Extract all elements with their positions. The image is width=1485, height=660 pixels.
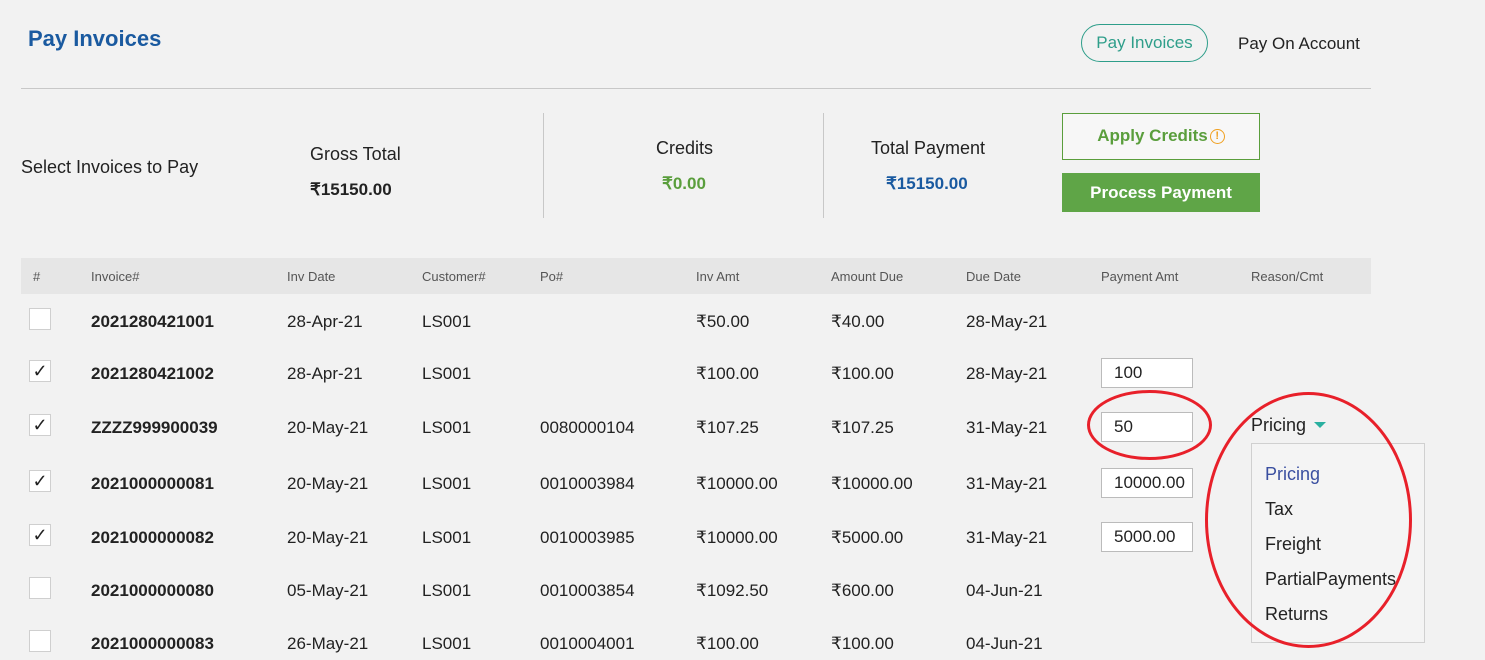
due-date: 31-May-21: [966, 474, 1048, 493]
due-date: 04-Jun-21: [966, 634, 1043, 653]
customer-number: LS001: [422, 418, 472, 437]
credits-label: Credits: [656, 138, 714, 158]
payment-amount-input[interactable]: [1101, 522, 1193, 552]
amount-due: ₹40.00: [831, 312, 885, 331]
po-number: 0010003985: [540, 528, 635, 547]
amount-due: ₹107.25: [831, 418, 894, 437]
customer-number: LS001: [422, 581, 472, 600]
warning-circle-icon: !: [1209, 129, 1225, 144]
due-date: 31-May-21: [966, 418, 1048, 437]
customer-number: LS001: [422, 474, 472, 493]
amount-due: ₹100.00: [831, 634, 894, 653]
invoice-number: 2021280421001: [91, 312, 214, 331]
row-checkbox[interactable]: [29, 630, 51, 652]
apply-credits-button[interactable]: Apply Credits!: [1062, 113, 1260, 160]
inv-amt: ₹10000.00: [696, 474, 778, 493]
gross-total-value: ₹15150.00: [310, 180, 392, 199]
table-row: 2021280421001 28-Apr-21 LS001 ₹50.00 ₹40…: [0, 308, 1485, 338]
invoice-number: 2021000000082: [91, 528, 214, 547]
due-date: 28-May-21: [966, 364, 1048, 383]
highlight-ellipse-reason: [1205, 392, 1412, 648]
column-header-po: Po#: [540, 269, 564, 284]
payment-amount-input[interactable]: [1101, 358, 1193, 388]
inv-amt: ₹10000.00: [696, 528, 778, 547]
customer-number: LS001: [422, 364, 472, 383]
table-header: # Invoice# Inv Date Customer# Po# Inv Am…: [21, 258, 1371, 294]
column-header-invoice: Invoice#: [91, 269, 140, 284]
row-checkbox[interactable]: ✓: [29, 524, 51, 546]
column-header-number: #: [33, 269, 41, 284]
customer-number: LS001: [422, 634, 472, 653]
credits-value: ₹0.00: [662, 174, 706, 193]
total-payment-value: ₹15150.00: [886, 174, 968, 193]
inv-amt: ₹100.00: [696, 364, 759, 383]
po-number: 0010003984: [540, 474, 635, 493]
column-header-inv-amt: Inv Amt: [696, 269, 740, 284]
tab-pay-invoices[interactable]: Pay Invoices: [1081, 24, 1208, 62]
select-invoices-label: Select Invoices to Pay: [21, 157, 199, 177]
inv-date: 20-May-21: [287, 418, 369, 437]
gross-total-label: Gross Total: [310, 144, 401, 164]
inv-amt: ₹100.00: [696, 634, 759, 653]
invoice-number: ZZZZ999900039: [91, 418, 218, 437]
inv-date: 28-Apr-21: [287, 312, 363, 331]
invoice-number: 2021000000080: [91, 581, 214, 600]
row-checkbox[interactable]: [29, 577, 51, 599]
inv-amt: ₹1092.50: [696, 581, 769, 600]
inv-date: 20-May-21: [287, 528, 369, 547]
column-header-reason: Reason/Cmt: [1251, 269, 1324, 284]
column-header-due-date: Due Date: [966, 269, 1021, 284]
due-date: 28-May-21: [966, 312, 1048, 331]
customer-number: LS001: [422, 528, 472, 547]
summary-divider: [543, 113, 544, 218]
customer-number: LS001: [422, 312, 472, 331]
inv-date: 05-May-21: [287, 581, 369, 600]
po-number: 0080000104: [540, 418, 635, 437]
header-divider: [21, 88, 1371, 89]
column-header-payment-amt: Payment Amt: [1101, 269, 1179, 284]
inv-date: 20-May-21: [287, 474, 369, 493]
column-header-customer: Customer#: [422, 269, 486, 284]
inv-amt: ₹107.25: [696, 418, 759, 437]
due-date: 04-Jun-21: [966, 581, 1043, 600]
row-checkbox[interactable]: [29, 308, 51, 330]
apply-credits-label: Apply Credits: [1097, 126, 1208, 145]
tab-pay-on-account[interactable]: Pay On Account: [1238, 34, 1360, 54]
inv-date: 26-May-21: [287, 634, 369, 653]
invoice-number: 2021280421002: [91, 364, 214, 383]
inv-amt: ₹50.00: [696, 312, 750, 331]
summary-divider: [823, 113, 824, 218]
process-payment-button[interactable]: Process Payment: [1062, 173, 1260, 212]
highlight-ellipse-payment: [1087, 390, 1212, 460]
total-payment-label: Total Payment: [871, 138, 986, 158]
table-row: ✓ 2021280421002 28-Apr-21 LS001 ₹100.00 …: [0, 358, 1485, 390]
inv-date: 28-Apr-21: [287, 364, 363, 383]
invoice-number: 2021000000083: [91, 634, 214, 653]
row-checkbox[interactable]: ✓: [29, 414, 51, 436]
amount-due: ₹600.00: [831, 581, 894, 600]
po-number: 0010004001: [540, 634, 635, 653]
payment-amount-input[interactable]: [1101, 468, 1193, 498]
row-checkbox[interactable]: ✓: [29, 360, 51, 382]
page-title: Pay Invoices: [28, 26, 162, 51]
row-checkbox[interactable]: ✓: [29, 470, 51, 492]
column-header-inv-date: Inv Date: [287, 269, 336, 284]
invoice-number: 2021000000081: [91, 474, 214, 493]
amount-due: ₹5000.00: [831, 528, 904, 547]
due-date: 31-May-21: [966, 528, 1048, 547]
column-header-amount-due: Amount Due: [831, 269, 904, 284]
po-number: 0010003854: [540, 581, 635, 600]
amount-due: ₹100.00: [831, 364, 894, 383]
amount-due: ₹10000.00: [831, 474, 913, 493]
